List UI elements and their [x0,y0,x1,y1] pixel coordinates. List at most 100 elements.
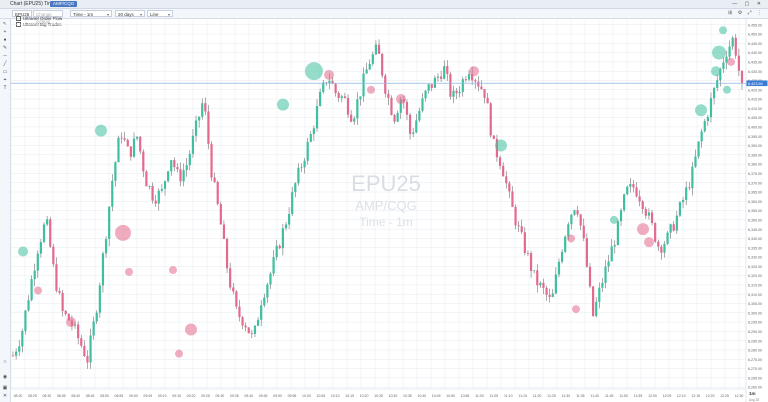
candle-body[interactable] [49,219,52,247]
crosshair-icon[interactable]: + [2,29,8,35]
candle-body[interactable] [474,80,477,82]
candle-body[interactable] [61,292,64,311]
candle-body[interactable] [256,319,260,326]
candle-body[interactable] [64,310,67,314]
candle-body[interactable] [95,312,98,322]
candle-body[interactable] [737,55,740,71]
candle-body[interactable] [287,213,291,225]
candle-body[interactable] [294,183,297,193]
candle-body[interactable] [86,355,89,363]
candle-body[interactable] [387,93,390,98]
candle-body[interactable] [182,170,185,182]
candle-body[interactable] [582,225,585,239]
candle-body[interactable] [616,221,620,246]
candle-body[interactable] [27,300,30,311]
candle-body[interactable] [232,287,235,292]
candle-body[interactable] [650,212,654,224]
candle-body[interactable] [641,201,644,210]
candle-body[interactable] [722,62,725,69]
candle-body[interactable] [626,186,629,195]
candle-body[interactable] [567,224,570,237]
candle-body[interactable] [598,287,601,302]
candle-body[interactable] [570,214,573,225]
range-select[interactable]: 20 days ▾ [115,10,145,17]
candle-body[interactable] [539,282,542,286]
candle-body[interactable] [654,223,657,242]
candle-body[interactable] [42,224,46,243]
horizontal-line-icon[interactable]: ─ [2,53,8,59]
candle-body[interactable] [418,110,421,121]
candle-body[interactable] [229,268,232,288]
candle-body[interactable] [477,81,480,87]
candle-body[interactable] [700,131,703,142]
candle-body[interactable] [505,176,508,184]
order-flow-bubble[interactable] [469,66,479,77]
candle-body[interactable] [36,253,39,271]
candle-body[interactable] [408,114,412,134]
candle-body[interactable] [281,228,284,249]
candle-body[interactable] [18,346,21,352]
candle-body[interactable] [117,137,120,163]
candle-body[interactable] [623,194,626,211]
order-flow-bubble[interactable] [34,286,42,295]
candle-body[interactable] [126,139,129,147]
candle-body[interactable] [148,185,151,187]
candle-body[interactable] [328,80,331,84]
candle-body[interactable] [129,146,132,157]
candle-body[interactable] [374,44,378,55]
candle-body[interactable] [284,224,288,229]
candle-body[interactable] [446,66,449,74]
candle-body[interactable] [557,261,561,275]
candle-body[interactable] [551,293,554,297]
candle-body[interactable] [371,54,374,64]
trash-icon[interactable]: ✕ [2,393,8,399]
order-flow-bubble[interactable] [712,45,726,60]
candle-body[interactable] [334,83,337,94]
marker-icon[interactable]: ● [2,37,8,43]
lock-icon[interactable]: ▣ [2,385,8,391]
candle-body[interactable] [145,171,148,187]
candle-body[interactable] [489,103,492,136]
candle-body[interactable] [173,160,176,168]
order-flow-bubble[interactable] [169,266,177,275]
candle-body[interactable] [39,242,43,254]
candle-body[interactable] [688,187,691,189]
candle-body[interactable] [579,214,582,226]
candle-body[interactable] [415,120,418,133]
candle-body[interactable] [629,183,632,187]
candle-body[interactable] [511,191,514,207]
candle-body[interactable] [427,84,430,91]
candle-body[interactable] [706,117,709,122]
bar-interval-label[interactable]: 1m [749,391,756,396]
candle-body[interactable] [219,203,222,225]
candle-body[interactable] [526,253,530,254]
order-flow-bubble[interactable] [572,305,580,314]
candle-body[interactable] [740,70,744,84]
candle-body[interactable] [46,219,49,225]
candle-body[interactable] [517,225,520,227]
candle-body[interactable] [384,75,387,94]
candle-body[interactable] [300,167,303,169]
candle-body[interactable] [340,96,343,99]
order-flow-bubble[interactable] [637,223,649,236]
candle-body[interactable] [564,236,567,252]
candle-body[interactable] [672,224,675,231]
candle-body[interactable] [678,202,682,216]
order-flow-bubble[interactable] [567,234,575,243]
candle-body[interactable] [461,79,464,92]
candle-body[interactable] [703,121,706,132]
candle-body[interactable] [635,187,638,197]
candle-body[interactable] [269,273,272,285]
eye-icon[interactable]: ◉ [2,374,8,380]
candle-body[interactable] [436,76,440,78]
candle-body[interactable] [381,53,384,76]
candle-body[interactable] [591,286,595,316]
candle-body[interactable] [275,245,278,258]
candle-body[interactable] [613,245,616,247]
candle-body[interactable] [104,238,108,254]
order-flow-bubble[interactable] [18,246,28,257]
candle-body[interactable] [114,162,117,181]
candle-body[interactable] [433,77,436,88]
candle-body[interactable] [492,135,495,139]
candle-body[interactable] [21,330,24,347]
